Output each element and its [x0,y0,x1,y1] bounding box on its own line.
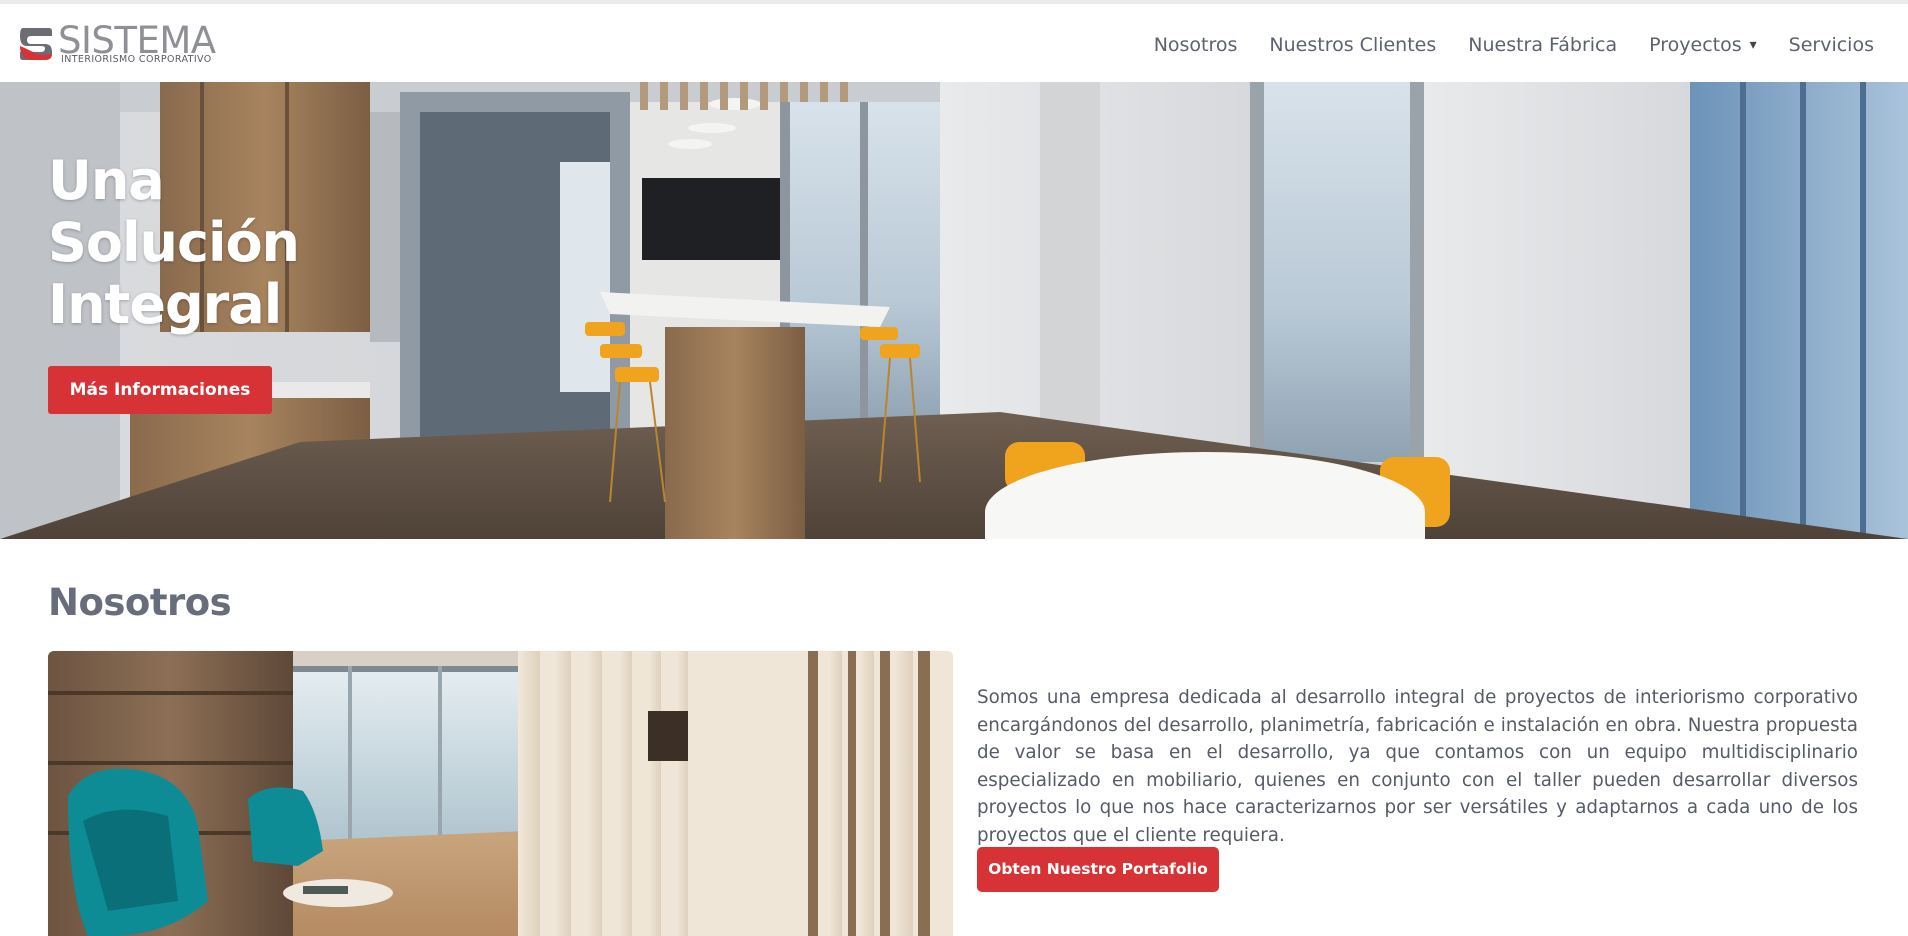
about-image [48,651,953,936]
site-header: SISTEMA INTERIORISMO CORPORATIVO Nosotro… [0,4,1908,82]
nav-item-label: Nosotros [1153,34,1238,56]
nav-item-servicios[interactable]: Servicios [1773,34,1874,56]
brand-logo[interactable]: SISTEMA INTERIORISMO CORPORATIVO [19,20,219,68]
hero-banner: Una Solución Integral Más Informaciones [0,82,1908,539]
nav-item-label: Nuestra Fábrica [1468,34,1618,56]
about-paragraph: Somos una empresa dedicada al desarrollo… [977,687,1858,846]
hero-title: Una Solución Integral [48,149,300,336]
hero-title-line: Solución [48,211,300,274]
more-info-button[interactable]: Más Informaciones [48,366,272,414]
office-lounge-photo [48,651,953,936]
nav-item-nuestra-fabrica[interactable]: Nuestra Fábrica [1452,34,1633,56]
get-portfolio-button[interactable]: Obten Nuestro Portafolio [977,847,1219,892]
logo-mark-icon [20,28,52,60]
about-title: Nosotros [48,581,232,624]
main-nav: Nosotros Nuestros Clientes Nuestra Fábri… [1138,34,1874,56]
nav-item-label: Nuestros Clientes [1269,34,1437,56]
nav-item-nuestros-clientes[interactable]: Nuestros Clientes [1253,34,1452,56]
nav-item-proyectos[interactable]: Proyectos ▾ [1633,34,1773,56]
caret-down-icon: ▾ [1749,37,1757,53]
nav-item-label: Servicios [1788,34,1874,56]
nav-item-label: Proyectos [1649,34,1742,56]
nav-item-nosotros[interactable]: Nosotros [1138,34,1254,56]
logo-tagline: INTERIORISMO CORPORATIVO [61,54,212,65]
hero-title-line: Integral [48,273,282,336]
hero-title-line: Una [48,149,165,212]
